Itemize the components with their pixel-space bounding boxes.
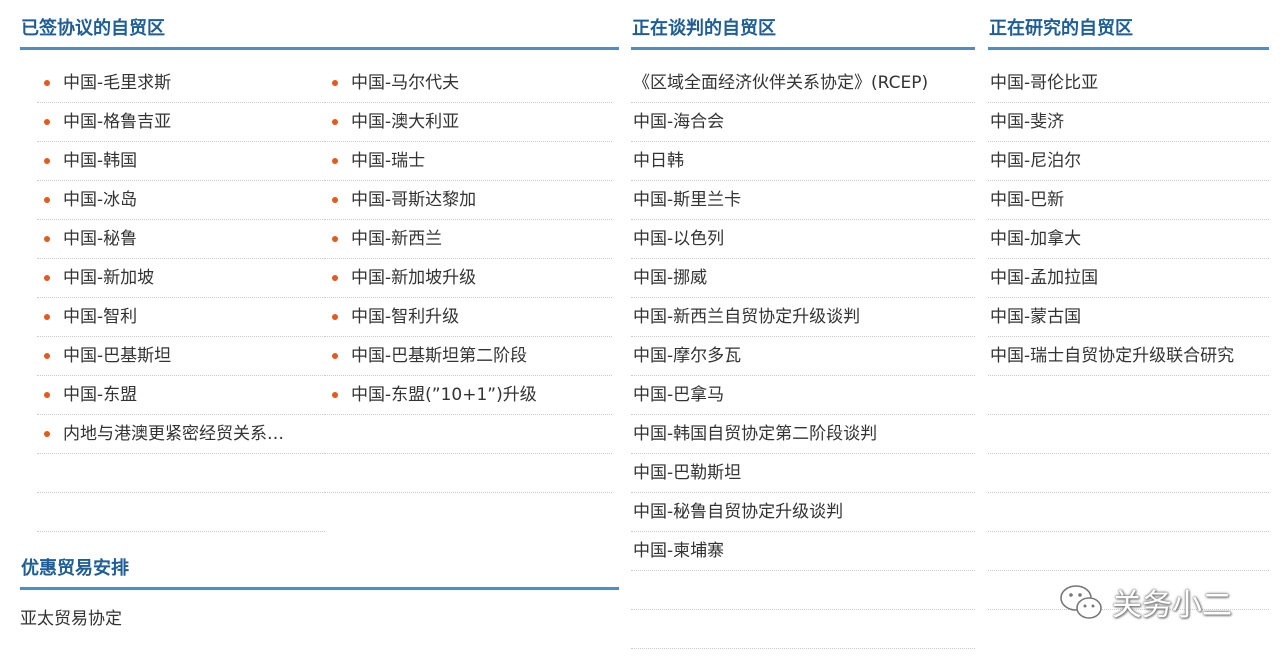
bullet-icon [44,119,50,125]
bullet-icon [44,392,50,398]
bullet-icon [332,119,338,125]
bullet-icon [44,431,50,437]
fta-link[interactable]: 中国-韩国 [37,142,325,181]
fta-link[interactable]: 中国-东盟(”10+1”)升级 [325,376,612,415]
fta-link[interactable]: 中国-巴勒斯坦 [631,454,975,493]
fta-link[interactable]: 中国-巴拿马 [631,376,975,415]
fta-link[interactable]: 中国-瑞士 [325,142,612,181]
wechat-icon [1060,585,1102,619]
fta-link[interactable]: 中国-东盟 [37,376,325,415]
bullet-icon [44,275,50,281]
fta-link[interactable]: 中国-马尔代夫 [325,64,612,103]
fta-link[interactable]: 中国-挪威 [631,259,975,298]
signed-fta-section: 已签协议的自贸区 中国-毛里求斯 中国-格鲁吉亚 中国-韩国 中国-冰岛 中国-… [20,0,619,629]
watermark-text: 关务小二 [1112,588,1232,623]
fta-link[interactable]: 中国-哥伦比亚 [988,64,1269,103]
empty-row [988,493,1269,532]
bullet-icon [44,158,50,164]
bullet-icon [332,314,338,320]
fta-link[interactable]: 中国-智利升级 [325,298,612,337]
fta-link[interactable]: 中国-巴基斯坦 [37,337,325,376]
fta-link[interactable]: 中国-新加坡升级 [325,259,612,298]
bullet-icon [332,197,338,203]
fta-link[interactable]: 中国-柬埔寨 [631,532,975,571]
empty-row [37,493,325,532]
empty-row [37,454,325,493]
empty-row [325,454,612,493]
negotiating-fta-list: 《区域全面经济伙伴关系协定》(RCEP) 中国-海合会 中日韩 中国-斯里兰卡 … [631,64,975,649]
negotiating-fta-section: 正在谈判的自贸区 《区域全面经济伙伴关系协定》(RCEP) 中国-海合会 中日韩… [631,0,975,649]
empty-row [988,376,1269,415]
fta-link[interactable]: 中国-瑞士自贸协定升级联合研究 [988,337,1269,376]
fta-link[interactable]: 中国-秘鲁 [37,220,325,259]
fta-link[interactable]: 中国-以色列 [631,220,975,259]
empty-row [988,415,1269,454]
fta-link[interactable]: 中国-哥斯达黎加 [325,181,612,220]
studying-fta-list: 中国-哥伦比亚 中国-斐济 中国-尼泊尔 中国-巴新 中国-加拿大 中国-孟加拉… [988,64,1269,610]
empty-row [631,610,975,649]
preferential-title: 优惠贸易安排 [20,540,619,590]
bullet-icon [332,275,338,281]
fta-link[interactable]: 中日韩 [631,142,975,181]
fta-link[interactable]: 中国-巴新 [988,181,1269,220]
signed-fta-title: 已签协议的自贸区 [20,0,619,50]
preferential-section: 优惠贸易安排 [20,540,619,590]
bullet-icon [332,80,338,86]
fta-link[interactable]: 中国-秘鲁自贸协定升级谈判 [631,493,975,532]
bullet-icon [44,197,50,203]
fta-link[interactable]: 中国-毛里求斯 [37,64,325,103]
bullet-icon [44,80,50,86]
empty-row [325,415,612,454]
bullet-icon [332,353,338,359]
empty-row [988,532,1269,571]
preferential-list: 亚太贸易协定 [20,600,122,638]
watermark: 关务小二 [1058,580,1232,624]
fta-link[interactable]: 中国-冰岛 [37,181,325,220]
fta-link[interactable]: 中国-新加坡 [37,259,325,298]
empty-row [988,454,1269,493]
fta-link[interactable]: 中国-巴基斯坦第二阶段 [325,337,612,376]
fta-link[interactable]: 中国-澳大利亚 [325,103,612,142]
studying-fta-title: 正在研究的自贸区 [988,0,1269,50]
fta-link[interactable]: 中国-加拿大 [988,220,1269,259]
fta-link[interactable]: 中国-新西兰自贸协定升级谈判 [631,298,975,337]
fta-link[interactable]: 中国-格鲁吉亚 [37,103,325,142]
fta-link[interactable]: 中国-斐济 [988,103,1269,142]
bullet-icon [44,314,50,320]
bullet-icon [44,236,50,242]
fta-link[interactable]: 中国-新西兰 [325,220,612,259]
negotiating-fta-title: 正在谈判的自贸区 [631,0,975,50]
fta-link[interactable]: 中国-智利 [37,298,325,337]
fta-link[interactable]: 中国-蒙古国 [988,298,1269,337]
bullet-icon [332,158,338,164]
fta-link[interactable]: 内地与港澳更紧密经贸关系… [37,415,325,454]
studying-fta-section: 正在研究的自贸区 中国-哥伦比亚 中国-斐济 中国-尼泊尔 中国-巴新 中国-加… [988,0,1269,610]
fta-link[interactable]: 中国-海合会 [631,103,975,142]
bullet-icon [332,392,338,398]
fta-link[interactable]: 中国-尼泊尔 [988,142,1269,181]
fta-link[interactable]: 中国-摩尔多瓦 [631,337,975,376]
fta-link[interactable]: 中国-孟加拉国 [988,259,1269,298]
signed-fta-list-right: 中国-马尔代夫 中国-澳大利亚 中国-瑞士 中国-哥斯达黎加 中国-新西兰 中国… [325,64,612,493]
bullet-icon [332,236,338,242]
fta-link[interactable]: 中国-韩国自贸协定第二阶段谈判 [631,415,975,454]
signed-fta-list-left: 中国-毛里求斯 中国-格鲁吉亚 中国-韩国 中国-冰岛 中国-秘鲁 中国-新加坡… [37,64,325,532]
empty-row [631,571,975,610]
pta-link[interactable]: 亚太贸易协定 [20,600,122,638]
fta-link[interactable]: 《区域全面经济伙伴关系协定》(RCEP) [631,64,975,103]
bullet-icon [44,353,50,359]
fta-link[interactable]: 中国-斯里兰卡 [631,181,975,220]
